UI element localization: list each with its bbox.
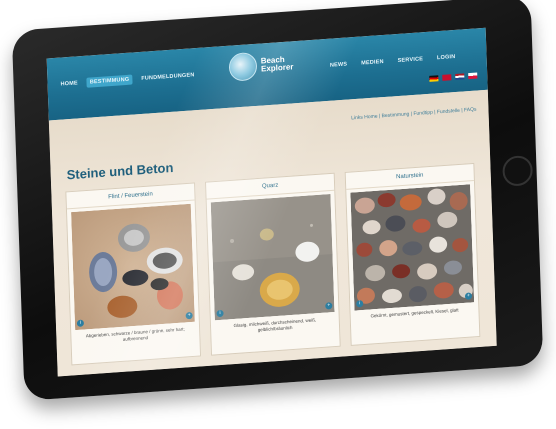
flint-stones-image [71,203,195,331]
flag-pl-icon[interactable] [468,72,478,80]
card-grid: Flint / Feuerstein i + Abgerieben, schwa… [65,162,481,366]
card-image-naturstein[interactable] [350,184,475,311]
flag-dk-icon[interactable] [442,74,452,81]
tablet-screen: HOME BESTIMMUNG FUNDMELDUNGEN Beach Expl… [46,27,497,377]
card-flint[interactable]: Flint / Feuerstein i + Abgerieben, schwa… [65,182,202,366]
page-title: Steine und Beton [66,159,174,183]
nav-login[interactable]: LOGIN [434,52,459,64]
nav-home[interactable]: HOME [57,78,81,90]
card-caption: Abgerieben, schwarze / braune / grüne, s… [85,326,185,342]
card-caption: Glasig, milchweiß, durchscheinend, weiß,… [233,317,317,333]
nav-fundmeldungen[interactable]: FUNDMELDUNGEN [138,70,198,84]
tablet-home-button[interactable] [502,154,534,187]
breadcrumb[interactable]: Links Home | Bestimmung | Fundtipp | Fun… [351,107,476,122]
quartz-stones-image [210,194,335,321]
nav-bestimmung[interactable]: BESTIMMUNG [86,74,133,88]
nav-news[interactable]: NEWS [327,59,351,71]
site-logo[interactable]: Beach Explorer [228,49,294,82]
nav-left: HOME BESTIMMUNG FUNDMELDUNGEN [57,70,197,90]
page-content: Links Home | Bestimmung | Fundtipp | Fun… [48,89,497,377]
flag-nl-icon[interactable] [455,73,465,81]
nav-right: NEWS MEDIEN SERVICE LOGIN [327,52,459,71]
tablet-frame: HOME BESTIMMUNG FUNDMELDUNGEN Beach Expl… [11,0,544,401]
card-quarz[interactable]: Quarz i + Glasig, milchweiß, durchschein… [204,172,341,356]
language-flags [429,72,478,82]
tablet-device: HOME BESTIMMUNG FUNDMELDUNGEN Beach Expl… [11,0,556,429]
nav-service[interactable]: SERVICE [395,54,427,66]
pebbles-image [350,184,475,311]
flag-de-icon[interactable] [429,75,439,82]
nav-medien[interactable]: MEDIEN [358,57,387,69]
card-image-quarz[interactable] [210,194,335,321]
card-naturstein[interactable]: Naturstein i + Gekörnt, gemustert, gespe… [344,162,481,346]
logo-line2: Explorer [260,62,294,74]
logo-globe-icon [228,51,258,82]
card-image-flint[interactable] [71,203,195,331]
logo-text: Beach Explorer [260,55,294,74]
